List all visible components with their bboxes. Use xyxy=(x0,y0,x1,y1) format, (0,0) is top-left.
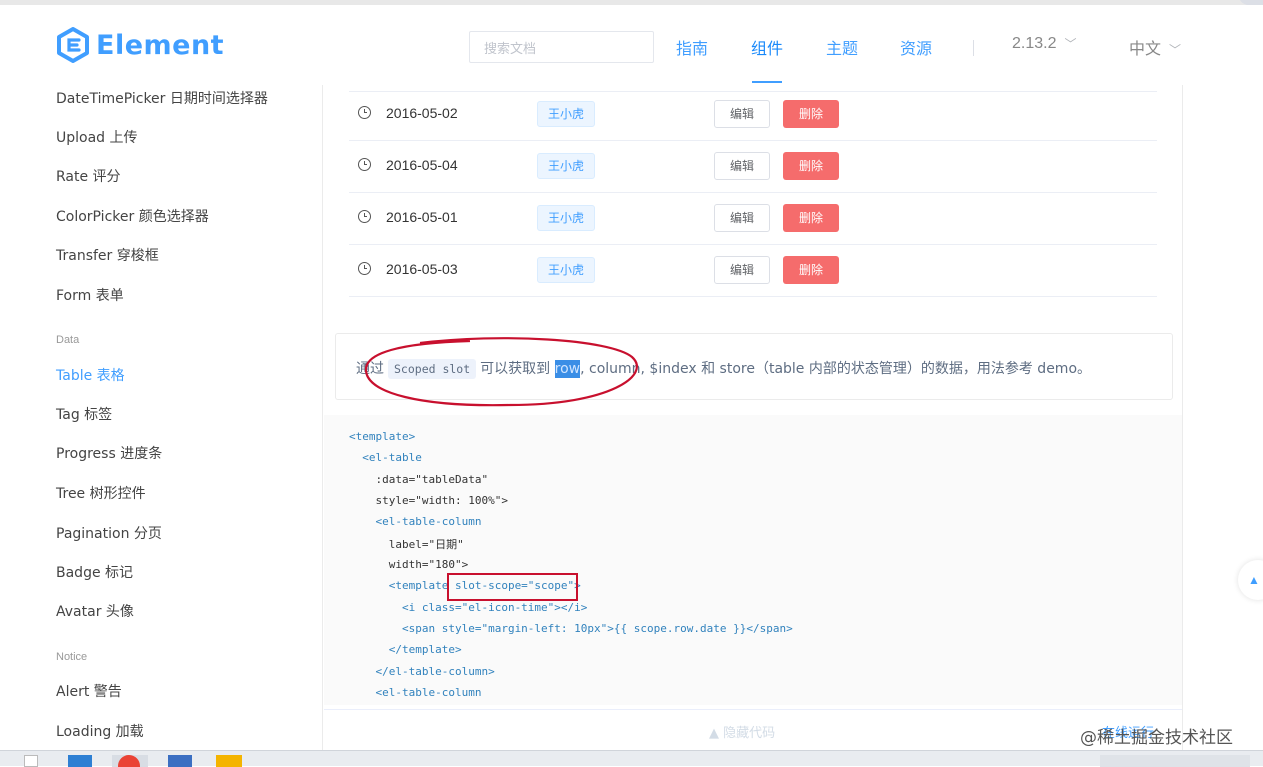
folder-icon[interactable] xyxy=(216,755,242,767)
name-tag: 王小虎 xyxy=(537,205,596,231)
edit-button[interactable]: 编辑 xyxy=(714,204,770,232)
name-tag: 王小虎 xyxy=(537,257,596,283)
code-line: <i class="el-icon-time"></i> xyxy=(349,601,588,614)
sidebar-item-table[interactable]: Table 表格 xyxy=(56,365,125,385)
hide-code-label: 隐藏代码 xyxy=(723,726,776,741)
code-block: <template> <el-table :data="tableData" s… xyxy=(324,415,1182,705)
clock-icon xyxy=(358,262,371,275)
app-icon[interactable] xyxy=(168,755,192,767)
language-label: 中文 xyxy=(1129,39,1162,58)
row-date: 2016-05-04 xyxy=(386,157,458,173)
code-line: <template> xyxy=(349,430,416,443)
sidebar-item-alert[interactable]: Alert 警告 xyxy=(56,681,122,701)
code-line: style="width: 100%"> xyxy=(349,494,508,507)
row-date: 2016-05-02 xyxy=(386,105,458,121)
delete-button[interactable]: 删除 xyxy=(783,100,839,128)
table-row: 2016-05-01 王小虎 编辑 删除 xyxy=(349,193,1157,245)
desc-suffix: , column, $index 和 store（table 内部的状态管理）的… xyxy=(580,361,1092,377)
delete-button[interactable]: 删除 xyxy=(783,152,839,180)
edit-button[interactable]: 编辑 xyxy=(714,152,770,180)
code-line: </template> xyxy=(349,643,462,656)
code-line: :data="tableData" xyxy=(349,473,489,486)
watermark: @稀土掘金技术社区 xyxy=(1080,728,1233,748)
caret-up-icon: ▲ xyxy=(1248,573,1260,587)
table-row: 2016-05-04 王小虎 编辑 删除 xyxy=(349,141,1157,193)
chevron-down-icon: ﹀ xyxy=(1064,37,1077,51)
sidebar-item-colorpicker[interactable]: ColorPicker 颜色选择器 xyxy=(56,206,209,226)
sidebar-item-upload[interactable]: Upload 上传 xyxy=(56,127,138,147)
clock-icon xyxy=(358,106,371,119)
back-to-top-button[interactable]: ▲ xyxy=(1238,560,1263,600)
notepad-icon[interactable] xyxy=(24,755,38,767)
sidebar-group-data: Data xyxy=(56,334,80,346)
sidebar-item-pagination[interactable]: Pagination 分页 xyxy=(56,523,162,543)
demo-control[interactable]: ▲ 隐藏代码 在线运行 xyxy=(324,709,1182,749)
nav-divider xyxy=(973,40,974,56)
code-line: width="180"> xyxy=(349,558,469,571)
version-select[interactable]: 2.13.2 ﹀ xyxy=(1012,35,1077,53)
annotation-box xyxy=(447,573,578,601)
edit-button[interactable]: 编辑 xyxy=(714,256,770,284)
caret-up-icon: ▲ xyxy=(709,726,724,741)
row-date: 2016-05-03 xyxy=(386,261,458,277)
os-taskbar xyxy=(0,750,1263,767)
sidebar-item-progress[interactable]: Progress 进度条 xyxy=(56,443,162,463)
name-tag: 王小虎 xyxy=(537,101,596,127)
chevron-down-icon: ﹀ xyxy=(1169,43,1182,57)
sidebar-item-avatar[interactable]: Avatar 头像 xyxy=(56,601,134,621)
row-date: 2016-05-01 xyxy=(386,209,458,225)
code-line: <span style="margin-left: 10px">{{ scope… xyxy=(349,622,793,635)
nav-active-indicator xyxy=(752,81,782,83)
code-line: label="日期" xyxy=(349,538,464,551)
logo-text: Element xyxy=(96,29,225,61)
sidebar-item-loading[interactable]: Loading 加载 xyxy=(56,721,144,741)
sidebar-item-tag[interactable]: Tag 标签 xyxy=(56,404,112,424)
site-header: Element 搜索文档 指南 组件 主题 资源 2.13.2 ﹀ 中文 ﹀ xyxy=(0,5,1263,85)
nav-theme[interactable]: 主题 xyxy=(826,35,858,59)
code-line: </el-table-column> xyxy=(349,665,495,678)
nav-component[interactable]: 组件 xyxy=(751,35,783,59)
language-select[interactable]: 中文 ﹀ xyxy=(1129,35,1181,59)
edit-button[interactable]: 编辑 xyxy=(714,100,770,128)
vscode-icon[interactable] xyxy=(68,755,92,767)
code-line: <el-table xyxy=(349,451,422,464)
demo-block: 2016-05-02 王小虎 编辑 删除 2016-05-04 王小虎 编辑 删… xyxy=(322,85,1183,750)
sidebar: DateTimePicker 日期时间选择器 Upload 上传 Rate 评分… xyxy=(56,85,296,750)
sidebar-item-form[interactable]: Form 表单 xyxy=(56,285,124,305)
table-row: 2016-05-02 王小虎 编辑 删除 xyxy=(349,89,1157,141)
clock-icon xyxy=(358,210,371,223)
nav-guide[interactable]: 指南 xyxy=(676,35,708,59)
sidebar-item-tree[interactable]: Tree 树形控件 xyxy=(56,483,146,503)
element-logo[interactable]: Element xyxy=(55,27,224,63)
search-input[interactable]: 搜索文档 xyxy=(469,31,654,63)
sidebar-group-notice: Notice xyxy=(56,651,88,663)
sidebar-item-badge[interactable]: Badge 标记 xyxy=(56,562,133,582)
element-logo-icon xyxy=(57,27,89,63)
sidebar-item-datetimepicker[interactable]: DateTimePicker 日期时间选择器 xyxy=(56,88,268,108)
delete-button[interactable]: 删除 xyxy=(783,204,839,232)
sidebar-item-rate[interactable]: Rate 评分 xyxy=(56,166,121,186)
delete-button[interactable]: 删除 xyxy=(783,256,839,284)
nav-resource[interactable]: 资源 xyxy=(900,35,932,59)
annotation-ellipse xyxy=(364,337,638,407)
table-row: 2016-05-03 王小虎 编辑 删除 xyxy=(349,245,1157,297)
system-tray[interactable] xyxy=(1100,755,1250,767)
sidebar-item-transfer[interactable]: Transfer 穿梭框 xyxy=(56,245,159,265)
hide-code-toggle[interactable]: ▲ 隐藏代码 xyxy=(709,722,775,741)
code-line: <el-table-column xyxy=(349,686,482,699)
clock-icon xyxy=(358,158,371,171)
version-label: 2.13.2 xyxy=(1012,35,1057,52)
code-line: <el-table-column xyxy=(349,515,482,528)
name-tag: 王小虎 xyxy=(537,153,596,179)
